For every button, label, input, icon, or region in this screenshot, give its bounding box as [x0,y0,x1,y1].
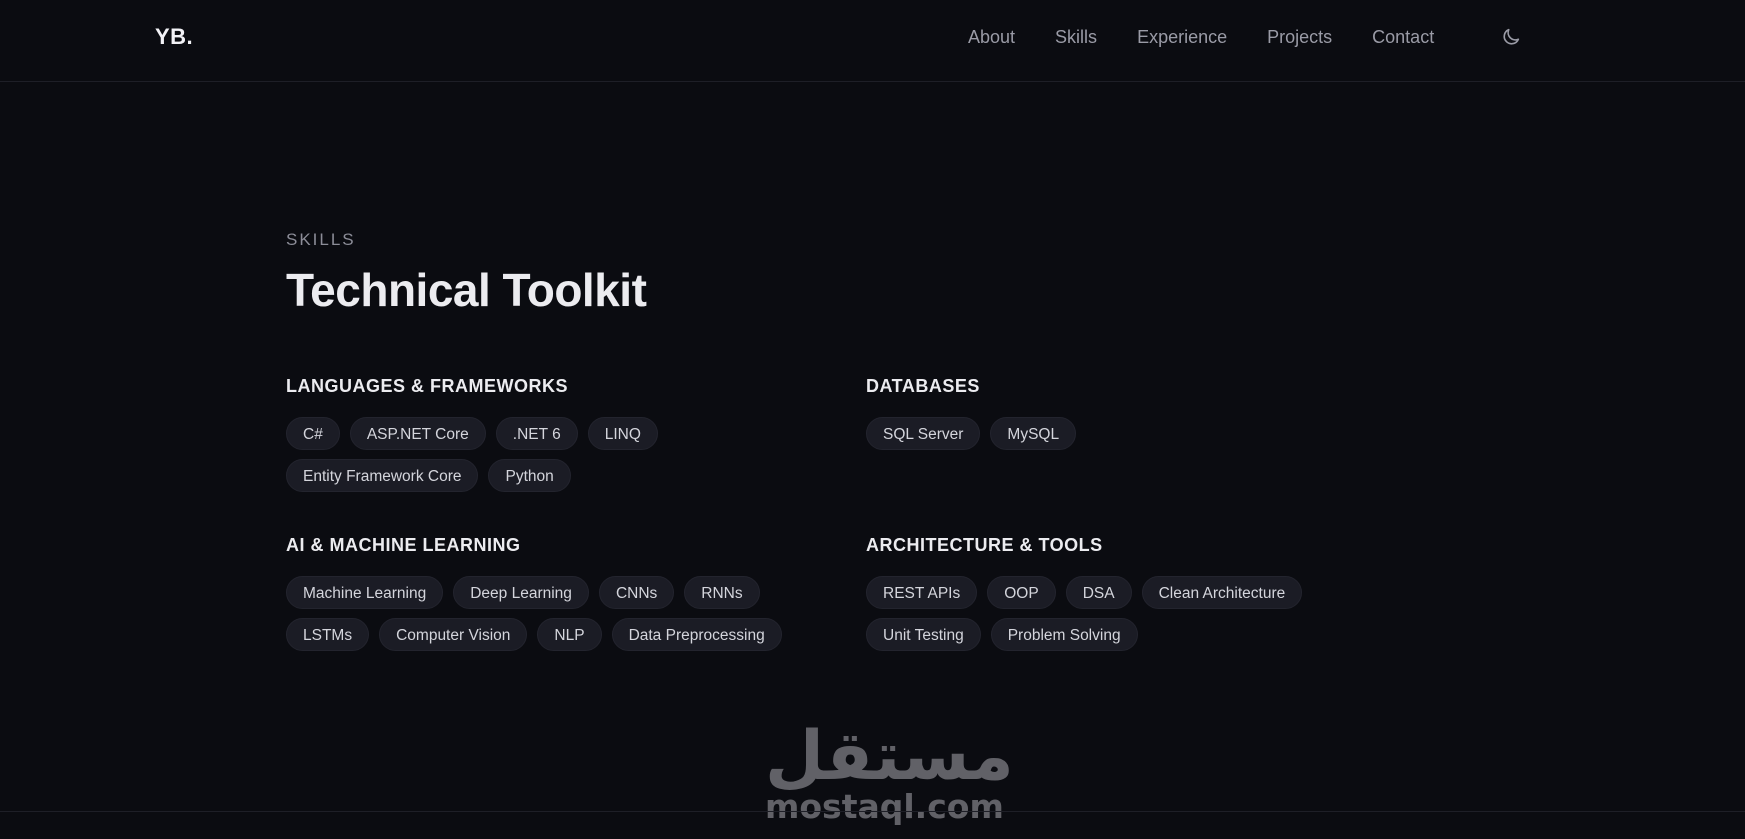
skill-group-title: LANGUAGES & FRAMEWORKS [286,376,568,396]
skills-section: SKILLS Technical Toolkit [286,230,1386,318]
skill-chip: OOP [987,576,1056,609]
skill-chip: Deep Learning [453,576,589,609]
skill-chip: Clean Architecture [1141,576,1303,609]
skill-chip: Data Preprocessing [611,618,782,651]
skill-chip-list: Machine Learning Deep Learning CNNs RNNs LST… [286,576,806,651]
skill-chip: RNNs [684,576,760,609]
skill-chip: Entity Framework Core [286,459,479,492]
skill-chip: Problem Solving [990,618,1138,651]
skill-group-architecture: ARCHITECTURE & TOOLS REST APIs OOP DSA Clea… [866,534,1386,651]
skill-group-title: DATABASES [866,376,980,396]
site-logo[interactable]: YB. [155,24,193,50]
skill-chip: LINQ [587,417,658,450]
skill-chip: C# [286,417,340,450]
site-header: YB. About Skills Experience Projects Con… [0,0,1745,82]
skill-group-title: ARCHITECTURE & TOOLS [866,535,1103,555]
section-title: Technical Toolkit [286,264,647,316]
nav-link-experience[interactable]: Experience [1137,27,1227,48]
skill-chip: CNNs [598,576,675,609]
skill-chip: Computer Vision [379,618,528,651]
skill-chip: .NET 6 [495,417,578,450]
skill-group-ai-ml: AI & MACHINE LEARNING Machine Learning De… [286,534,806,651]
nav-link-projects[interactable]: Projects [1267,27,1332,48]
skill-chip: LSTMs [286,618,370,651]
theme-toggle-button[interactable] [1500,26,1522,48]
skill-chip: REST APIs [866,576,978,609]
skill-group-title: AI & MACHINE LEARNING [286,535,521,555]
watermark: مستقل mostaql.com [765,717,1014,824]
skill-chip: MySQL [990,417,1077,450]
main-nav: About Skills Experience Projects Contact [968,27,1474,48]
skill-group-languages: LANGUAGES & FRAMEWORKS C# ASP.NET Core .NE… [286,375,806,492]
nav-link-about[interactable]: About [968,27,1015,48]
skill-chip: Machine Learning [286,576,444,609]
section-divider [0,811,1745,812]
skill-chip-list: REST APIs OOP DSA Clean Architecture Unit Te… [866,576,1386,651]
skill-chip: SQL Server [866,417,981,450]
skill-chip-list: SQL Server MySQL [866,417,1386,450]
skill-group-databases: DATABASES SQL Server MySQL [866,375,1386,450]
section-eyebrow: SKILLS [286,230,356,249]
moon-icon [1503,28,1520,45]
skill-chip: Python [488,459,571,492]
watermark-latin-text: mostaql.com [765,787,1004,826]
skill-chip: Unit Testing [866,618,981,651]
skill-chip-list: C# ASP.NET Core .NET 6 LINQ Entity Framework… [286,417,806,492]
skill-chip: NLP [537,618,602,651]
skill-chip: ASP.NET Core [349,417,486,450]
watermark-arabic-text: مستقل [765,717,1014,796]
nav-link-skills[interactable]: Skills [1055,27,1097,48]
nav-link-contact[interactable]: Contact [1372,27,1434,48]
skill-chip: DSA [1065,576,1132,609]
